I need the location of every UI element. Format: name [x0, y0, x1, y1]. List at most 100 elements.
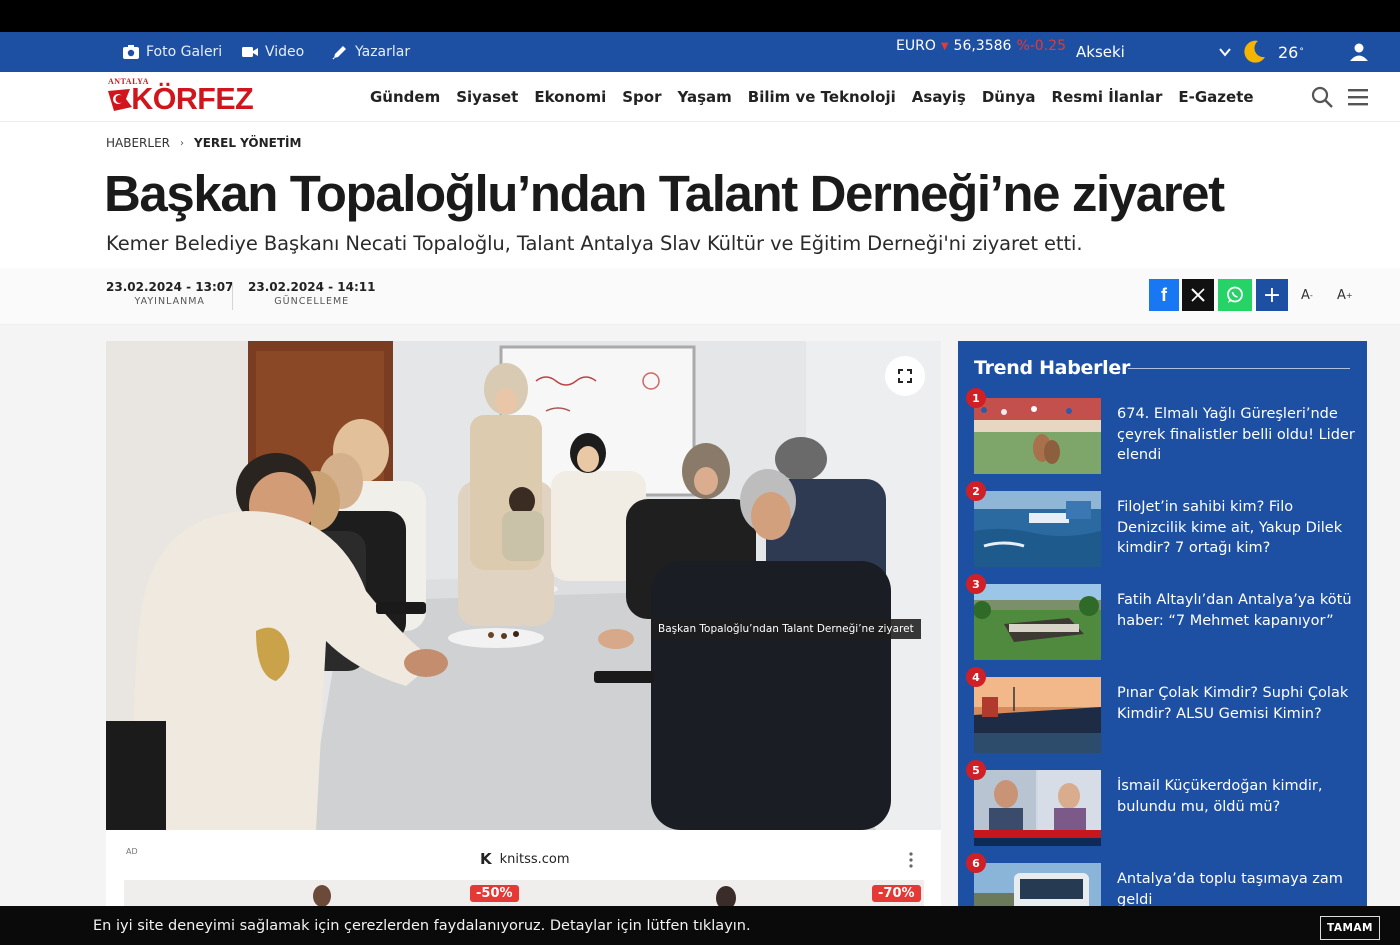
font-increase-button[interactable]: A +	[1337, 280, 1353, 310]
camera-icon	[123, 45, 139, 59]
search-icon[interactable]	[1310, 85, 1334, 109]
ad-discount-badge: -50%	[470, 885, 519, 902]
breadcrumb: HABERLER › YEREL YÖNETİM	[106, 136, 301, 150]
fullscreen-button[interactable]	[885, 356, 925, 396]
logo-mark-icon	[108, 89, 132, 111]
writers-link[interactable]: Yazarlar	[331, 32, 410, 72]
currency-name: EURO	[896, 38, 936, 54]
font-increase-sup: +	[1345, 290, 1353, 300]
trend-rank-badge: 4	[966, 667, 986, 687]
meeting-photo-image	[106, 341, 941, 830]
city-selector[interactable]: Akseki	[1076, 32, 1125, 72]
trend-headline[interactable]: 674. Elmalı Yağlı Güreşleri’nde çeyrek f…	[1117, 404, 1357, 466]
ad-label: AD	[126, 847, 138, 856]
updated-date: 23.02.2024 - 14:11	[248, 280, 376, 294]
nav-menu: Gündem Siyaset Ekonomi Spor Yaşam Bilim …	[362, 72, 1262, 122]
cookie-accept-button[interactable]: TAMAM	[1320, 916, 1380, 940]
currency-change: %-0.25	[1016, 38, 1066, 54]
menu-icon[interactable]	[1347, 85, 1369, 109]
nav-item-dunya[interactable]: Dünya	[982, 88, 1036, 106]
trend-item[interactable]: 2 FiloJet’in sahibi kim? Filo Denizcilik…	[966, 481, 1357, 567]
article-photo[interactable]: Başkan Topaloğlu’ndan Talant Derneği’ne …	[106, 341, 941, 830]
ad-domain: knitss.com	[499, 851, 570, 867]
photo-caption: Başkan Topaloğlu’ndan Talant Derneği’ne …	[651, 619, 921, 639]
ad-banner[interactable]: AD K knitss.com -50% -70%	[106, 830, 941, 910]
ad-discount-badge: -70%	[872, 885, 921, 902]
x-icon	[1191, 288, 1205, 302]
trend-rank-badge: 3	[966, 574, 986, 594]
nav-item-spor[interactable]: Spor	[622, 88, 661, 106]
tv-screenshot-image	[974, 770, 1101, 846]
nav-item-ekonomi[interactable]: Ekonomi	[534, 88, 606, 106]
nav-item-e-gazete[interactable]: E-Gazete	[1178, 88, 1253, 106]
breadcrumb-home[interactable]: HABERLER	[106, 136, 170, 150]
down-arrow-icon: ▼	[940, 40, 949, 52]
ad-brand[interactable]: K knitss.com	[480, 850, 570, 868]
nav-item-asayis[interactable]: Asayiş	[912, 88, 966, 106]
ad-logo-icon: K	[480, 850, 492, 868]
photo-gallery-link[interactable]: Foto Galeri	[122, 32, 222, 72]
temperature-unit: °	[1299, 47, 1304, 57]
trend-thumbnail[interactable]	[974, 584, 1101, 660]
trend-title: Trend Haberler	[974, 357, 1131, 379]
breadcrumb-current[interactable]: YEREL YÖNETİM	[194, 136, 301, 150]
share-whatsapp-button[interactable]	[1218, 279, 1252, 311]
wrestling-photo-image	[974, 398, 1101, 474]
trend-headline[interactable]: İsmail Küçükerdoğan kimdir, bulundu mu, …	[1117, 776, 1357, 817]
trend-thumbnail[interactable]	[974, 491, 1101, 567]
page-title: Başkan Topaloğlu’ndan Talant Derneği’ne …	[104, 165, 1225, 222]
updated-label: GÜNCELLEME	[274, 296, 350, 307]
article-header: HABERLER › YEREL YÖNETİM Başkan Topaloğl…	[0, 122, 1400, 268]
article-meta-bar: 23.02.2024 - 13:07 YAYINLANMA 23.02.2024…	[0, 268, 1400, 325]
user-icon[interactable]	[1348, 41, 1370, 63]
browser-top-bar	[0, 0, 1400, 32]
trend-item[interactable]: 4 Pınar Çolak Kimdir? Suphi Çolak Kimdir…	[966, 667, 1357, 753]
sea-photo-image	[974, 491, 1101, 567]
breadcrumb-separator-icon: ›	[180, 137, 184, 149]
trend-rank-badge: 2	[966, 481, 986, 501]
trend-thumbnail[interactable]	[974, 398, 1101, 474]
font-decrease-button[interactable]: A-	[1301, 280, 1313, 310]
more-options-icon[interactable]	[909, 852, 913, 868]
trend-item[interactable]: 1 674. Elmalı Yağlı Güreşleri’nde çeyrek…	[966, 388, 1357, 474]
photo-gallery-label: Foto Galeri	[146, 44, 223, 60]
published-info: 23.02.2024 - 13:07 YAYINLANMA	[106, 280, 233, 307]
nav-item-siyaset[interactable]: Siyaset	[456, 88, 518, 106]
site-logo[interactable]: ANTALYA KÖRFEZ	[106, 77, 256, 117]
trend-item[interactable]: 5 İsmail Küçükerdoğan kimdir, bulundu mu…	[966, 760, 1357, 846]
nav-item-gundem[interactable]: Gündem	[370, 88, 440, 106]
trend-item[interactable]: 3 Fatih Altaylı’dan Antalya’ya kötü habe…	[966, 574, 1357, 660]
trend-headline[interactable]: Antalya’da toplu taşımaya zam geldi	[1117, 869, 1357, 910]
venue-photo-image	[974, 584, 1101, 660]
video-icon	[242, 47, 258, 57]
nav-item-yasam[interactable]: Yaşam	[677, 88, 731, 106]
currency-ticker: EURO ▼ 56,3586 %-0.25	[896, 35, 1066, 57]
trend-headline[interactable]: Pınar Çolak Kimdir? Suphi Çolak Kimdir? …	[1117, 683, 1357, 724]
trend-thumbnail[interactable]	[974, 770, 1101, 846]
cookie-message[interactable]: En iyi site deneyimi sağlamak için çerez…	[93, 906, 751, 945]
bus-photo-image	[974, 863, 1101, 911]
chevron-down-icon[interactable]	[1216, 43, 1234, 61]
video-label: Video	[265, 44, 305, 60]
published-label: YAYINLANMA	[134, 296, 205, 307]
trend-headline[interactable]: Fatih Altaylı’dan Antalya’ya kötü haber:…	[1117, 590, 1357, 631]
trend-rank-badge: 1	[966, 388, 986, 408]
video-link[interactable]: Video	[241, 32, 304, 72]
plus-icon: +	[1262, 282, 1282, 308]
font-decrease-label: A	[1301, 287, 1310, 303]
trend-thumbnail[interactable]	[974, 863, 1101, 911]
share-x-button[interactable]	[1182, 279, 1214, 311]
share-more-button[interactable]: +	[1256, 279, 1288, 311]
nav-item-resmi-ilanlar[interactable]: Resmi İlanlar	[1052, 88, 1163, 106]
facebook-icon: f	[1161, 284, 1167, 305]
ship-photo-image	[974, 677, 1101, 753]
font-increase-label: A	[1337, 287, 1346, 303]
temperature: 26 °	[1278, 32, 1304, 72]
currency-value: 56,3586	[953, 38, 1012, 54]
nav-item-bilim-teknoloji[interactable]: Bilim ve Teknoloji	[748, 88, 896, 106]
article-subtitle: Kemer Belediye Başkanı Necati Topaloğlu,…	[106, 232, 1083, 255]
trend-item[interactable]: 6 Antalya’da toplu taşımaya zam geldi	[966, 853, 1357, 911]
share-facebook-button[interactable]: f	[1149, 279, 1179, 311]
trend-headline[interactable]: FiloJet’in sahibi kim? Filo Denizcilik k…	[1117, 497, 1357, 559]
trend-thumbnail[interactable]	[974, 677, 1101, 753]
